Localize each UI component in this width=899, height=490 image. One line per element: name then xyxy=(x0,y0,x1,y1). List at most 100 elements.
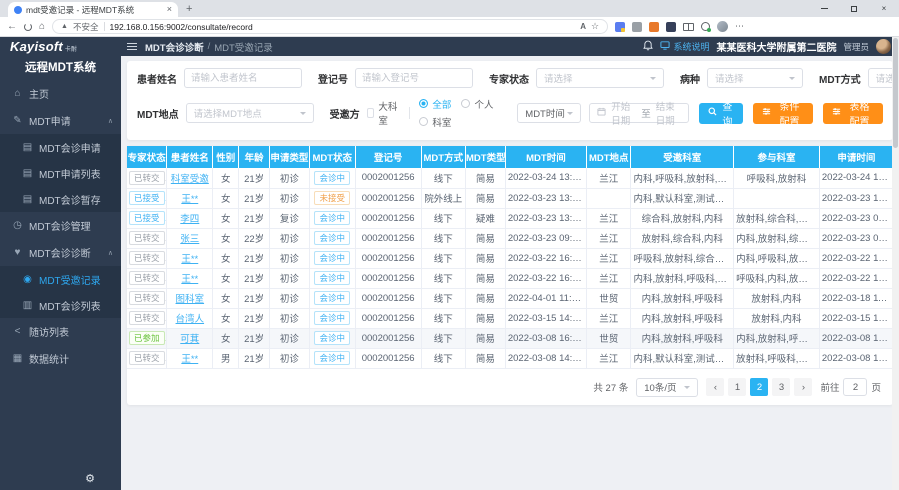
table-row[interactable]: 已转交王**男21岁初诊会诊中0002001256线下简易2022-03-08 … xyxy=(127,348,893,368)
cell-apply-time: 2022-03-23 13:41:45 xyxy=(819,188,893,208)
not-secure-warning-icon: ▲ xyxy=(61,23,68,30)
new-tab-button[interactable]: + xyxy=(186,3,192,15)
sidebar-item-mdt-apply-list[interactable]: ▤ MDT申请列表 xyxy=(0,160,121,186)
sidebar-item-mdt-manage[interactable]: ◷ MDT会诊管理 xyxy=(0,212,121,239)
invitee-label: 受邀方 xyxy=(330,106,360,121)
tab-close-icon[interactable]: × xyxy=(167,5,172,14)
page-size-select[interactable]: 10条/页 xyxy=(636,378,698,397)
cell-participating-depts: 呼吸科,内科,放射科,影像科 xyxy=(734,268,820,288)
window-minimize-button[interactable] xyxy=(809,0,839,17)
disease-select[interactable]: 请选择 xyxy=(707,68,803,88)
gear-icon[interactable]: ⚙ xyxy=(85,472,95,485)
browser-home-button[interactable]: ⌂ xyxy=(39,22,45,32)
condition-config-button[interactable]: 条件配置 xyxy=(753,103,813,124)
cell-expert-status: 已转交 xyxy=(127,348,167,368)
table-row[interactable]: 已接受李四女21岁复诊会诊中0002001256线下疑难2022-03-23 1… xyxy=(127,208,893,228)
cell-invited-depts: 呼吸科,放射科,综合科,内科 xyxy=(631,248,734,268)
mdt-place-select[interactable]: 请选择MDT地点 xyxy=(186,103,314,123)
browser-profile-icon[interactable] xyxy=(717,21,728,32)
bell-icon[interactable] xyxy=(643,38,653,56)
time-type-select[interactable]: MDT时间 xyxy=(517,103,581,123)
search-button[interactable]: 查询 xyxy=(699,103,743,124)
table-row[interactable]: 已转交王**女21岁初诊会诊中0002001256线下简易2022-03-22 … xyxy=(127,268,893,288)
refresh-button[interactable] xyxy=(24,23,32,31)
patient-link[interactable]: 台湾人 xyxy=(176,314,205,325)
table-config-button[interactable]: 表格配置 xyxy=(823,103,883,124)
patient-link[interactable]: 张三 xyxy=(180,234,199,245)
table-row[interactable]: 已参加可萁女21岁初诊会诊中0002001256线下简易2022-03-08 1… xyxy=(127,328,893,348)
radio-label: 全部 xyxy=(432,97,451,111)
patient-link[interactable]: 王** xyxy=(181,354,198,365)
sidebar-item-mdt-apply[interactable]: ✎ MDT申请 ∧ xyxy=(0,107,121,134)
extension-icon[interactable] xyxy=(666,22,676,32)
page-button[interactable]: 2 xyxy=(750,378,768,396)
prev-page-button[interactable]: ‹ xyxy=(706,378,724,396)
back-button[interactable]: ← xyxy=(7,22,17,32)
cell-patient: 科室受邀 xyxy=(167,168,213,188)
column-header: 登记号 xyxy=(355,146,421,168)
patient-link[interactable]: 李四 xyxy=(180,214,199,225)
big-dept-checkbox-label[interactable]: 大科室 xyxy=(378,99,398,127)
table-row[interactable]: 已接受王**女21岁初诊未接受0002001256院外线上简易2022-03-2… xyxy=(127,188,893,208)
table-row[interactable]: 已转交图科室女21岁初诊会诊中0002001256线下简易2022-04-01 … xyxy=(127,288,893,308)
cell-participating-depts: 放射科,综合科,内科 xyxy=(734,208,820,228)
browser-tab[interactable]: mdt受邀记录 - 远程MDT系统 × xyxy=(8,2,178,17)
extension-icon[interactable] xyxy=(632,22,642,32)
sidebar-item-mdt-consult-list[interactable]: ▥ MDT会诊列表 xyxy=(0,292,121,318)
table-row[interactable]: 已转交台湾人女21岁初诊会诊中0002001256线下简易2022-03-15 … xyxy=(127,308,893,328)
patient-name-label: 患者姓名 xyxy=(137,71,177,86)
status-badge: 已转交 xyxy=(129,351,165,365)
patient-link[interactable]: 王** xyxy=(181,194,198,205)
browser-more-menu-icon[interactable]: ⋯ xyxy=(735,21,744,32)
patient-name-input[interactable] xyxy=(184,68,302,88)
url-field[interactable]: ▲ 不安全 192.168.0.156:9002/consultate/reco… xyxy=(52,19,608,34)
sidebar-item-mdt-consult-apply[interactable]: ▤ MDT会诊申请 xyxy=(0,134,121,160)
window-close-button[interactable]: × xyxy=(869,0,899,17)
goto-page-input[interactable] xyxy=(843,378,867,396)
patient-link[interactable]: 王** xyxy=(181,254,198,265)
patient-link[interactable]: 图科室 xyxy=(176,294,205,305)
extension-icon[interactable] xyxy=(615,22,625,32)
read-aloud-icon[interactable]: A xyxy=(580,22,586,31)
home-icon: ⌂ xyxy=(12,88,23,99)
list-icon: ▤ xyxy=(22,168,33,179)
next-page-button[interactable]: › xyxy=(794,378,812,396)
sidebar-item-statistics[interactable]: ▦ 数据统计 xyxy=(0,345,121,372)
extension-icon[interactable] xyxy=(649,22,659,32)
date-range-picker[interactable]: 开始日期 至 结束日期 xyxy=(589,103,689,123)
patient-link[interactable]: 王** xyxy=(181,274,198,285)
scrollbar-thumb[interactable] xyxy=(893,38,898,148)
reg-no-input[interactable] xyxy=(355,68,473,88)
radio-option[interactable]: 科室 xyxy=(419,115,451,129)
cell-invited-depts: 内科,放射科,呼吸科 xyxy=(631,328,734,348)
patient-link[interactable]: 可萁 xyxy=(180,334,199,345)
sidebar-item-mdt-invite-record[interactable]: ◉ MDT受邀记录 xyxy=(0,266,121,292)
window-maximize-button[interactable] xyxy=(839,0,869,17)
sliders-icon xyxy=(832,107,841,119)
browser-sync-icon[interactable] xyxy=(701,22,710,31)
user-avatar[interactable] xyxy=(876,39,891,54)
split-screen-icon[interactable] xyxy=(683,23,694,31)
cell-expert-status: 已转交 xyxy=(127,168,167,188)
radio-option[interactable]: 全部 xyxy=(419,97,451,111)
expert-status-select[interactable]: 请选择 xyxy=(536,68,664,88)
favorite-star-icon[interactable]: ☆ xyxy=(591,21,599,32)
big-dept-checkbox[interactable] xyxy=(367,108,375,118)
cell-age: 21岁 xyxy=(239,348,270,368)
cell-mdt-status: 未接受 xyxy=(309,188,355,208)
radio-option[interactable]: 个人 xyxy=(461,97,493,111)
table-row[interactable]: 已转交张三女22岁初诊会诊中0002001256线下简易2022-03-23 0… xyxy=(127,228,893,248)
cell-reg-no: 0002001256 xyxy=(355,288,421,308)
table-row[interactable]: 已转交科室受邀女21岁初诊会诊中0002001256线下简易2022-03-24… xyxy=(127,168,893,188)
system-help-link[interactable]: 系统说明 xyxy=(660,40,709,53)
sidebar-item-home[interactable]: ⌂ 主页 xyxy=(0,80,121,107)
page-button[interactable]: 1 xyxy=(728,378,746,396)
sidebar-collapse-icon[interactable] xyxy=(127,41,137,53)
page-button[interactable]: 3 xyxy=(772,378,790,396)
patient-link[interactable]: 科室受邀 xyxy=(171,174,209,185)
sidebar-item-mdt-consult-draft[interactable]: ▤ MDT会诊暂存 xyxy=(0,186,121,212)
sidebar-item-followup-list[interactable]: < 随访列表 xyxy=(0,318,121,345)
table-row[interactable]: 已转交王**女21岁初诊会诊中0002001256线下简易2022-03-22 … xyxy=(127,248,893,268)
page-scrollbar[interactable] xyxy=(892,37,899,490)
sidebar-item-mdt-diagnose[interactable]: ♥ MDT会诊诊断 ∧ xyxy=(0,239,121,266)
